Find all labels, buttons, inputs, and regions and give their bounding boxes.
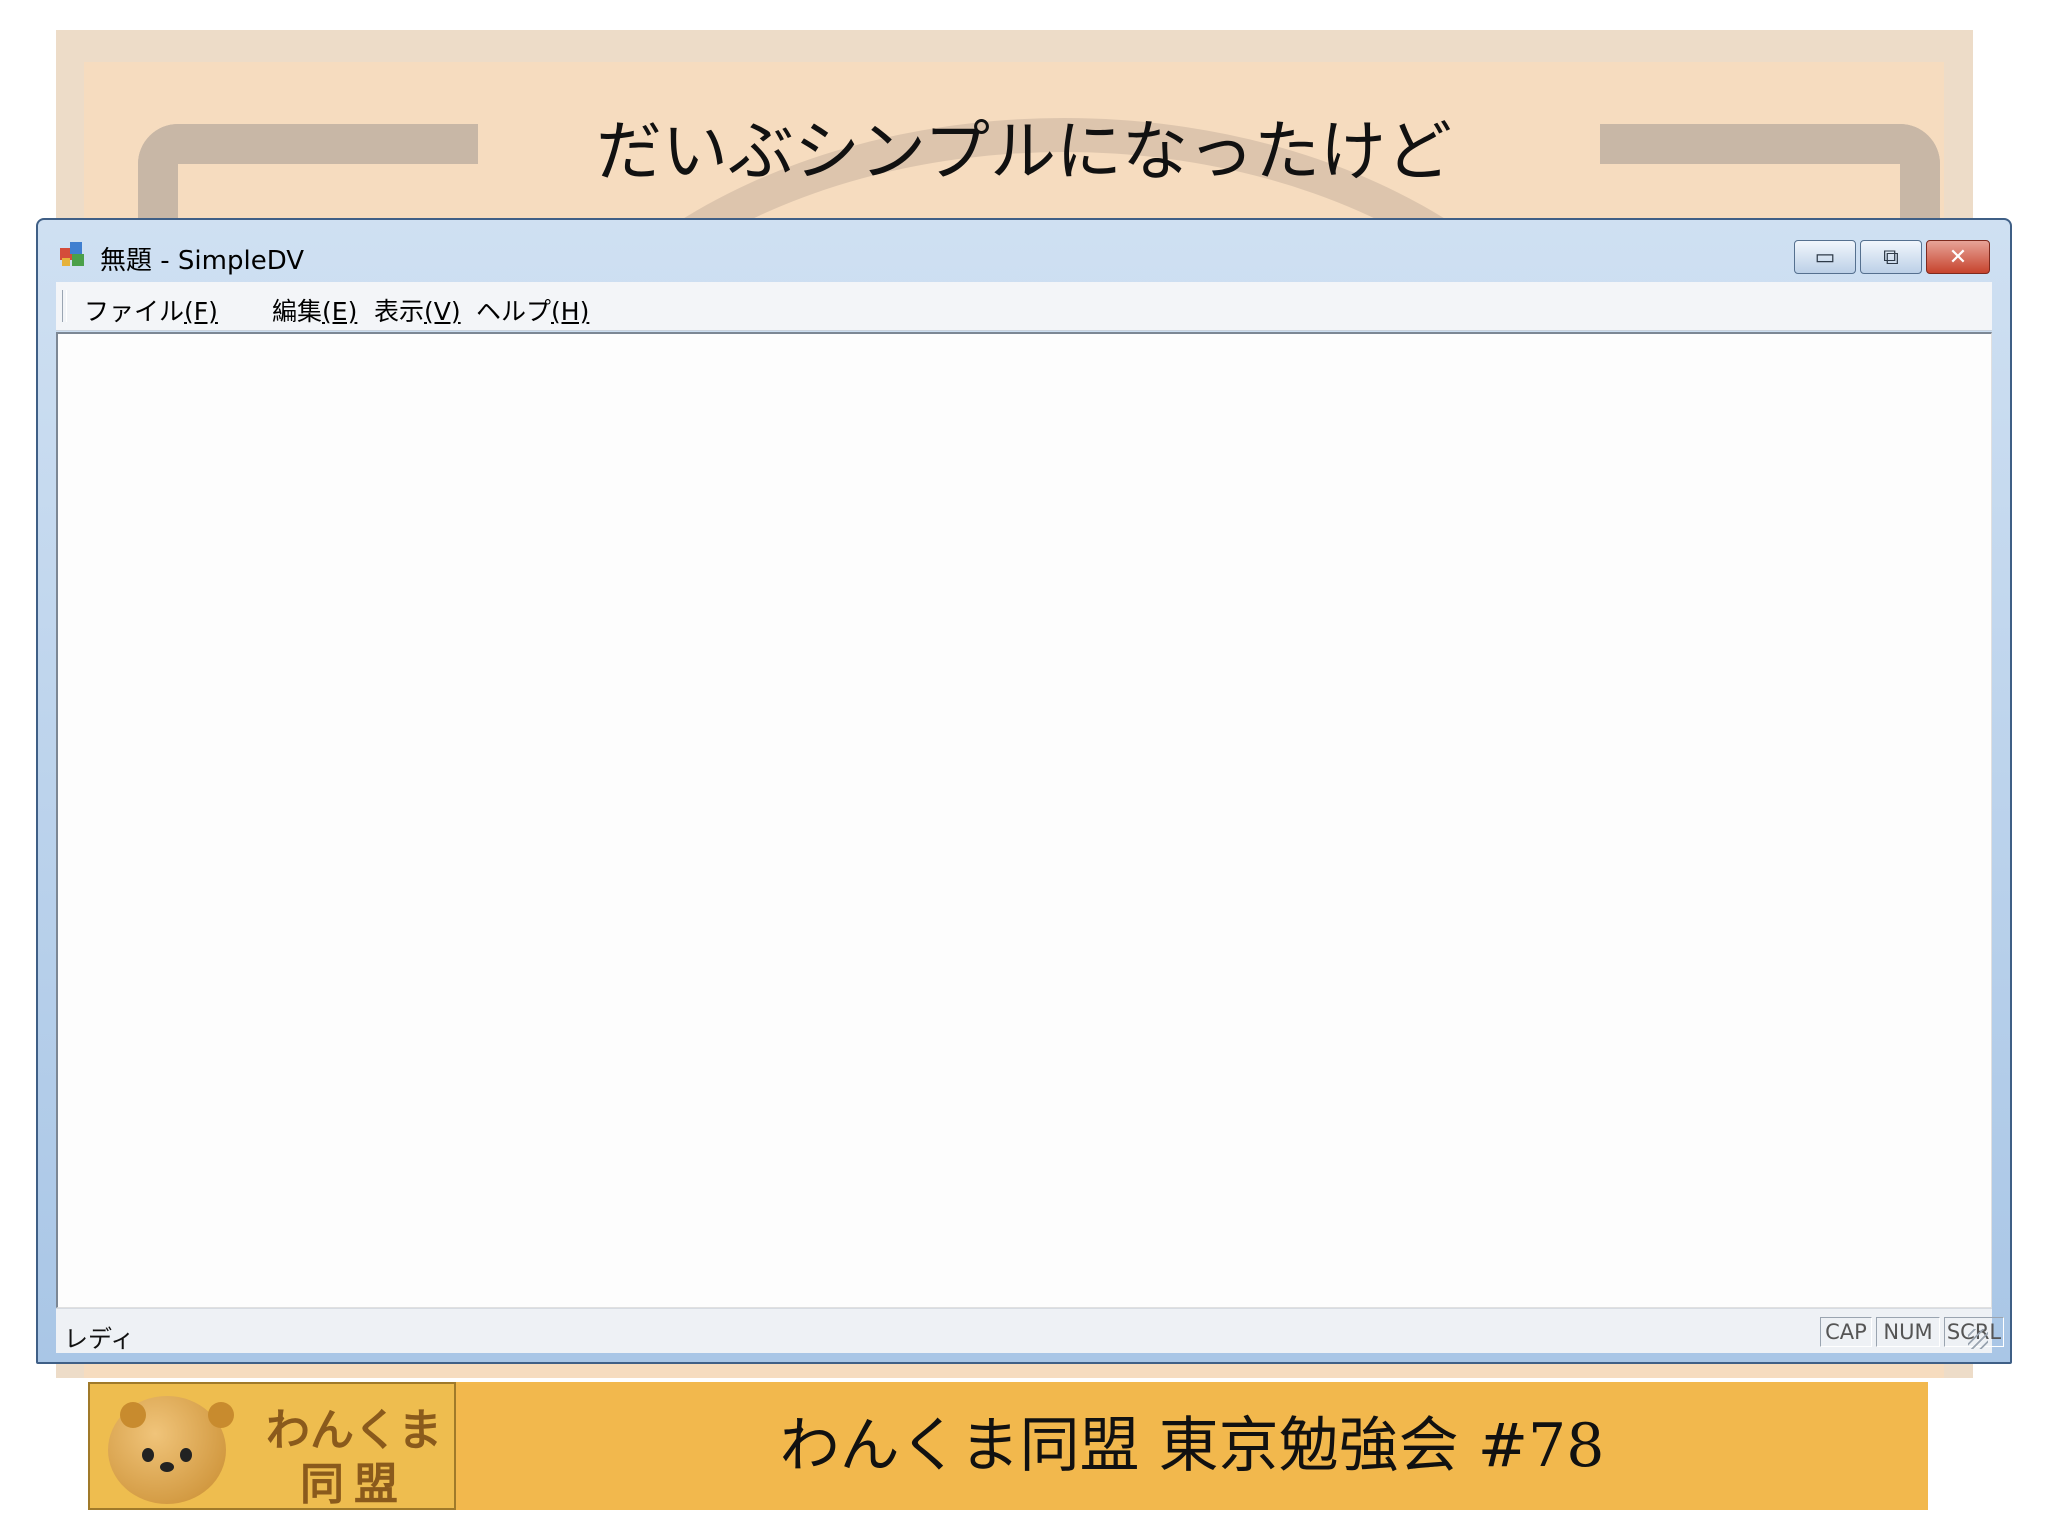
bear-logo-icon: わんくま 同盟 bbox=[88, 1382, 456, 1510]
menu-help-accel: (H) bbox=[551, 297, 590, 326]
bear-ear-left bbox=[120, 1402, 146, 1428]
status-cap-indicator: CAP bbox=[1820, 1317, 1872, 1347]
status-num-indicator: NUM bbox=[1876, 1317, 1940, 1347]
title-bar[interactable]: 無題 - SimpleDV ▭ ⧉ ✕ bbox=[38, 220, 2010, 282]
menu-file[interactable]: ファイル(F) bbox=[84, 292, 218, 328]
slide-title: だいぶシンプルになったけど bbox=[595, 113, 1453, 190]
close-button[interactable]: ✕ bbox=[1926, 240, 1990, 274]
window-title: 無題 - SimpleDV bbox=[100, 246, 305, 276]
menu-help[interactable]: ヘルプ(H) bbox=[476, 292, 589, 328]
status-text: レディ bbox=[64, 1325, 135, 1353]
menu-edit-accel: (E) bbox=[322, 297, 358, 326]
menu-edit[interactable]: 編集(E) bbox=[272, 292, 357, 328]
maximize-button[interactable]: ⧉ bbox=[1860, 240, 1922, 274]
minimize-icon: ▭ bbox=[1814, 244, 1836, 270]
status-bar: レディ CAP NUM SCRL bbox=[56, 1308, 2004, 1353]
footer-text: わんくま同盟 東京勉強会 #78 bbox=[779, 1411, 1605, 1481]
menu-view[interactable]: 表示(V) bbox=[374, 292, 461, 328]
bear-ear-right bbox=[208, 1402, 234, 1428]
app-window: 無題 - SimpleDV ▭ ⧉ ✕ ファイル(F) 編集(E) 表示(V) … bbox=[36, 218, 2012, 1364]
minimize-button[interactable]: ▭ bbox=[1794, 240, 1856, 274]
logo-text-line2: 同盟 bbox=[300, 1459, 408, 1510]
bear-eye-left bbox=[142, 1448, 154, 1462]
menu-file-accel: (F) bbox=[184, 297, 218, 326]
menu-grip[interactable] bbox=[62, 290, 67, 322]
bear-face bbox=[108, 1396, 234, 1504]
bear-eye-right bbox=[180, 1448, 192, 1462]
menu-view-label: 表示 bbox=[374, 297, 425, 326]
menu-bar: ファイル(F) 編集(E) 表示(V) ヘルプ(H) bbox=[56, 282, 1992, 331]
resize-grip-icon[interactable] bbox=[1968, 1329, 1988, 1349]
menu-view-accel: (V) bbox=[424, 297, 461, 326]
document-view-area[interactable] bbox=[56, 332, 1992, 1308]
maximize-icon: ⧉ bbox=[1883, 244, 1899, 270]
menu-edit-label: 編集 bbox=[272, 297, 323, 326]
close-icon: ✕ bbox=[1948, 244, 1968, 270]
bear-nose bbox=[160, 1462, 174, 1472]
menu-help-label: ヘルプ bbox=[476, 297, 552, 326]
app-icon[interactable] bbox=[58, 238, 88, 268]
menu-file-label: ファイル bbox=[84, 297, 185, 326]
